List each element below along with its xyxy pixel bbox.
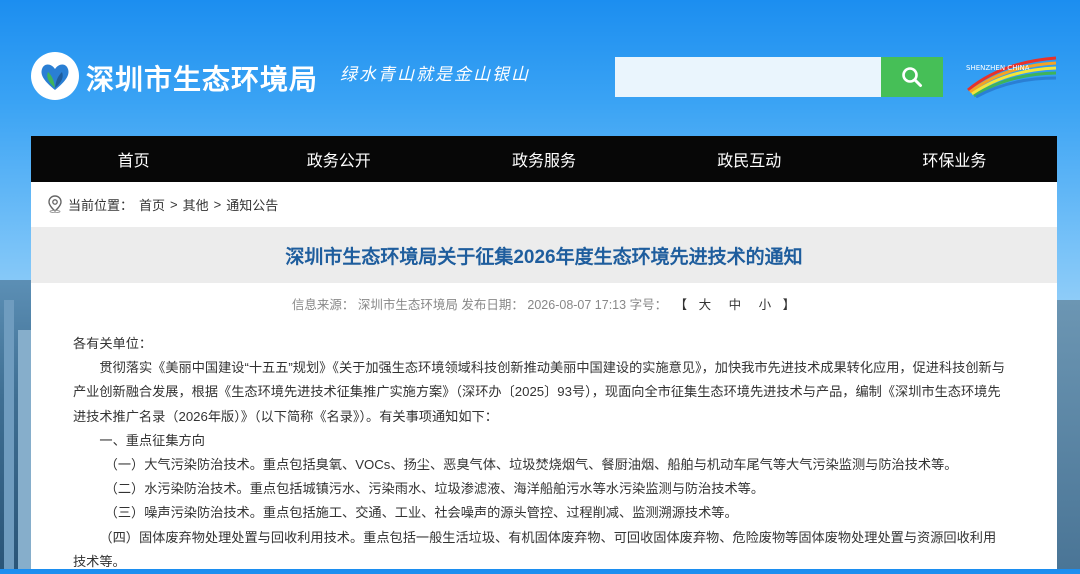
building-shape [4,300,14,569]
list-item: （一）大气污染防治技术。重点包括臭氧、VOCs、扬尘、恶臭气体、垃圾焚烧烟气、餐… [104,457,958,473]
article-title: 深圳市生态环境局关于征集2026年度生态环境先进技术的通知 [285,246,803,268]
font-size-label: 字号： [629,298,668,312]
breadcrumb-home[interactable]: 首页 [139,195,165,214]
list-item: （四）固体废弃物处理处置与回收利用技术。重点包括一般生活垃圾、有机固体废弃物、可… [73,529,997,569]
source-value: 深圳市生态环境局 [357,298,458,312]
logo-icon[interactable] [31,52,79,100]
source-label: 信息来源： [291,298,355,312]
nav-item-home[interactable]: 首页 [31,136,236,182]
article-title-band: 深圳市生态环境局关于征集2026年度生态环境先进技术的通知 [31,227,1057,283]
nav-item-environmental-business[interactable]: 环保业务 [852,136,1057,182]
site-header: 深圳市生态环境局 绿水青山就是金山银山 SHENZHEN CHINA [0,0,1080,136]
background-skyline-right [1054,300,1080,569]
location-pin-icon [47,195,63,213]
search-button[interactable] [881,57,943,97]
date-label: 发布日期： [461,298,524,312]
building-shape [18,330,32,569]
nav-item-government-affairs[interactable]: 政务公开 [236,136,441,182]
nav-item-interaction[interactable]: 政民互动 [647,136,852,182]
bracket-close: 】 [782,298,797,312]
list-item: （二）水污染防治技术。重点包括城镇污水、污染雨水、垃圾渗滤液、海洋船舶污水等水污… [104,481,765,497]
font-size-medium-button[interactable]: 中 [729,298,743,312]
article-meta: 信息来源： 深圳市生态环境局 发布日期： 2026-08-07 17:13 字号… [31,294,1057,313]
site-title[interactable]: 深圳市生态环境局 [86,58,318,98]
date-value: 2026-08-07 17:13 [527,298,627,312]
breadcrumb: 当前位置： 首页 > 其他 > 通知公告 [47,194,278,214]
main-nav: 首页 政务公开 政务服务 政民互动 环保业务 [31,136,1057,182]
salutation: 各有关单位： [73,336,153,351]
font-size-controls: 【 大 中 小 】 [675,298,797,312]
search-input[interactable] [615,57,881,97]
breadcrumb-separator: > [213,196,222,212]
breadcrumb-other[interactable]: 其他 [183,195,209,214]
search-icon [902,67,922,87]
section-heading: 一、重点征集方向 [99,432,205,448]
city-logo-text: SHENZHEN CHINA [966,64,1030,72]
bracket-open: 【 [674,298,689,312]
slogan: 绿水青山就是金山银山 [340,65,530,85]
intro-paragraph: 贯彻落实《美丽中国建设“十五五”规划》《关于加强生态环境领域科技创新推动美丽中国… [73,360,1005,424]
breadcrumb-notices[interactable]: 通知公告 [226,195,278,214]
article-body: 各有关单位： 贯彻落实《美丽中国建设“十五五”规划》《关于加强生态环境领域科技创… [73,332,1005,574]
font-size-small-button[interactable]: 小 [759,298,773,312]
breadcrumb-separator: > [170,196,178,212]
city-logo-icon: SHENZHEN CHINA [962,52,1058,99]
font-size-large-button[interactable]: 大 [699,298,713,312]
breadcrumb-label: 当前位置： [68,197,134,213]
list-item: （三）噪声污染防治技术。重点包括施工、交通、工业、社会噪声的源头管控、过程削减、… [104,505,738,521]
nav-item-government-services[interactable]: 政务服务 [441,136,646,182]
main-content: 当前位置： 首页 > 其他 > 通知公告 深圳市生态环境局关于征集2026年度生… [31,182,1057,569]
